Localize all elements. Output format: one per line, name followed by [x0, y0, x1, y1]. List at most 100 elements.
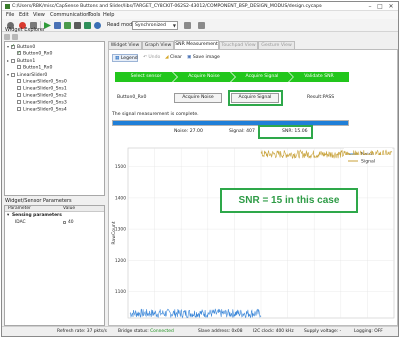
wizard-steps: Select sensor Acquire Noise Acquire Sign… — [115, 72, 349, 82]
result-label: Result:PASS — [307, 95, 335, 100]
read-mode-value: Synchronized — [135, 23, 166, 28]
progress-bar — [112, 120, 349, 126]
tree-item[interactable]: LinearSlider0_Sns0 — [13, 79, 67, 85]
tree-item-label: LinearSlider0 — [17, 73, 48, 78]
expand-icon[interactable] — [12, 34, 18, 40]
tree-item-label: Button0_Rx0 — [23, 51, 53, 57]
view-tabs: Widget View Graph View SNR Measurement T… — [108, 40, 398, 49]
tree-item[interactable]: ▾ LinearSlider0 — [7, 72, 47, 78]
tree-item-label: LinearSlider0_Sns2 — [23, 93, 67, 99]
params-row-idac[interactable]: IDAC 40 — [5, 220, 104, 226]
explorer-toolbar — [4, 33, 105, 41]
status-bar: Refresh rate: 37 pkts/s Bridge status: C… — [2, 326, 398, 336]
help-icon[interactable] — [94, 22, 101, 29]
menu-file[interactable]: File — [6, 11, 14, 19]
tree-checkbox[interactable] — [11, 43, 15, 49]
params-col-parameter: Parameter — [8, 206, 31, 211]
i2c-clock: I2C clock: 400 kHz — [253, 329, 294, 334]
y-axis-label: RawCount — [111, 221, 117, 245]
refresh-icon[interactable] — [64, 22, 71, 29]
tree-checkbox[interactable] — [17, 50, 21, 56]
y-tick-label: 1500 — [115, 164, 126, 170]
play-icon[interactable] — [44, 22, 51, 29]
params-title: Widget/Sensor Parameters — [5, 198, 72, 204]
clear-button[interactable]: ◢ Clear — [165, 54, 182, 62]
tab-widget-view[interactable]: Widget View — [108, 41, 142, 49]
tree-checkbox[interactable] — [17, 79, 21, 83]
close-button[interactable]: ✕ — [387, 3, 395, 10]
logging-status: Logging: OFF — [354, 329, 383, 334]
chevron-down-icon: ▼ — [172, 23, 176, 28]
tab-gesture-view[interactable]: Gesture View — [258, 41, 295, 49]
bridge-status-value: Connected — [150, 329, 174, 334]
supply-voltage: Supply voltage: - — [304, 329, 342, 334]
step-validate-snr: Validate SNR — [289, 72, 349, 82]
legend-toggle[interactable]: ▦ Legend — [112, 54, 138, 62]
menu-help[interactable]: Help — [103, 11, 114, 19]
tree-item[interactable]: LinearSlider0_Sns4 — [13, 107, 67, 113]
tree-item-label: Button1_Rx0 — [23, 65, 53, 71]
tree-item[interactable]: LinearSlider0_Sns3 — [13, 100, 67, 106]
y-tick-label: 1400 — [115, 195, 126, 201]
tree-item[interactable]: ▸ Button1 — [7, 58, 35, 64]
menu-communication[interactable]: Communication — [50, 11, 89, 19]
undo-icon[interactable] — [184, 22, 191, 29]
tree-checkbox[interactable] — [11, 72, 15, 77]
tab-graph-view[interactable]: Graph View — [142, 41, 174, 49]
tree-item[interactable]: LinearSlider0_Sns2 — [13, 93, 67, 99]
raw-count-chart: 11001200130014001500RawCountNoiseSignal — [108, 143, 398, 323]
tab-touchpad-view[interactable]: Touchpad View — [219, 41, 258, 49]
tree-item[interactable]: Button1_Rx0 — [13, 65, 52, 71]
app-icon — [5, 4, 10, 9]
bridge-status: Bridge status: Connected — [118, 329, 174, 334]
tree-checkbox[interactable] — [11, 58, 15, 63]
acquire-signal-button[interactable]: Acquire Signal — [231, 93, 279, 103]
read-mode-select[interactable]: Synchronized ▼ — [132, 21, 178, 30]
menu-tools[interactable]: Tools — [88, 11, 100, 19]
redo-icon[interactable] — [198, 22, 205, 29]
undo-button[interactable]: ↶ Undo — [143, 54, 160, 62]
tree-item[interactable]: LinearSlider0_Sns1 — [13, 86, 67, 92]
selected-sensor-label: Button0_Rx0 — [117, 95, 147, 100]
tree-item-label: LinearSlider0_Sns3 — [23, 100, 67, 106]
tree-item[interactable]: Button0_Rx0 — [13, 50, 53, 57]
pause-icon[interactable] — [54, 22, 61, 29]
chart-svg: 11001200130014001500RawCountNoiseSignal — [111, 147, 395, 319]
title-bar: C:/Users/RBK/misc/CapSense Buttons and S… — [2, 2, 398, 11]
params-header: Parameter Value — [5, 206, 104, 212]
collapse-icon[interactable] — [4, 34, 10, 40]
progress-fill — [113, 121, 348, 125]
y-tick-label: 1100 — [115, 289, 126, 295]
tree-checkbox[interactable] — [17, 93, 21, 97]
slave-address: Slave address: 0x08 — [198, 329, 243, 334]
tree-checkbox[interactable] — [17, 107, 21, 111]
widget-explorer-tree: ▾Button0Button0_Rx0▸Button1Button1_Rx0▾L… — [4, 41, 105, 196]
params-section[interactable]: ▾ Sensing parameters — [5, 213, 104, 219]
menu-view[interactable]: View — [33, 11, 45, 19]
window-title: C:/Users/RBK/misc/CapSense Buttons and S… — [12, 4, 322, 9]
tree-item-label: Button1 — [17, 59, 36, 64]
export-icon[interactable] — [84, 22, 91, 29]
tree-item-label: LinearSlider0_Sns1 — [23, 86, 67, 92]
tree-checkbox[interactable] — [17, 100, 21, 104]
tree-item-label: LinearSlider0_Sns4 — [23, 107, 67, 113]
params-col-value: Value — [63, 206, 76, 211]
legend-label: Signal — [361, 159, 375, 165]
acquire-noise-button[interactable]: Acquire Noise — [174, 93, 222, 103]
minimize-button[interactable]: – — [366, 3, 374, 10]
step-select-sensor: Select sensor — [115, 72, 177, 82]
y-tick-label: 1200 — [115, 258, 126, 264]
maximize-button[interactable]: □ — [376, 3, 384, 10]
snr-value: SNR: 15.06 — [282, 129, 308, 134]
toolbar: Read mode: Synchronized ▼ — [2, 19, 398, 32]
tree-checkbox[interactable] — [17, 86, 21, 90]
step-acquire-signal: Acquire Signal — [231, 72, 293, 82]
save-image-button[interactable]: ▣ Save image — [187, 54, 220, 62]
step-acquire-noise: Acquire Noise — [173, 72, 235, 82]
tree-checkbox[interactable] — [17, 65, 21, 69]
refresh-rate: Refresh rate: 37 pkts/s — [57, 329, 107, 334]
signal-value: Signal: 407 — [229, 129, 255, 134]
camera-icon[interactable] — [74, 22, 81, 29]
tab-snr-measurement[interactable]: SNR Measurement — [174, 40, 219, 49]
menu-edit[interactable]: Edit — [19, 11, 29, 19]
